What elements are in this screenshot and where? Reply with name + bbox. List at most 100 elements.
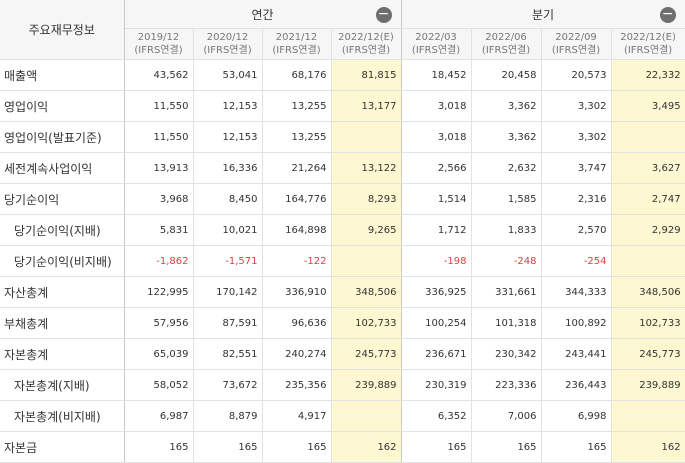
value-cell: 245,773 [331, 338, 402, 370]
value-cell: 348,506 [331, 276, 402, 308]
row-label[interactable]: 자본총계 [0, 338, 125, 370]
quarterly-label: 분기 [532, 7, 555, 22]
table-row: 자본총계(비지배) 6,987 8,879 4,917 6,352 7,006 6,998 [0, 400, 685, 432]
value-cell: 8,450 [193, 183, 263, 215]
value-cell: 162 [611, 431, 685, 463]
row-label[interactable]: 자본총계(비지배) [0, 400, 125, 432]
value-cell: 240,274 [262, 338, 332, 370]
value-cell [611, 245, 685, 277]
value-cell: 165 [401, 431, 472, 463]
value-cell: 162 [331, 431, 402, 463]
value-cell: 11,550 [124, 90, 194, 122]
row-label[interactable]: 부채총계 [0, 307, 125, 339]
table-row: 자본총계 65,039 82,551 240,274 245,773 236,671 230… [0, 338, 685, 370]
basis-label: (IFRS연결) [551, 45, 601, 56]
financial-summary-table: 주요재무정보 연간 − 분기 − 2019/12 (IFRS연결) 2020/12 (… [0, 0, 685, 463]
value-cell: 65,039 [124, 338, 194, 370]
value-cell [331, 400, 402, 432]
collapse-annual-button[interactable]: − [375, 7, 392, 23]
value-cell [331, 121, 402, 153]
row-label[interactable]: 당기순이익(비지배) [0, 245, 125, 277]
value-cell: 13,255 [262, 90, 332, 122]
value-cell: -198 [401, 245, 472, 277]
value-cell: 102,733 [611, 307, 685, 339]
value-cell: 239,889 [611, 369, 685, 401]
value-cell: 1,833 [471, 214, 542, 246]
period-column-header: 2019/12 (IFRS연결) [124, 28, 194, 60]
value-cell: 236,443 [541, 369, 612, 401]
value-cell: 13,177 [331, 90, 402, 122]
table-row: 매출액 43,562 53,041 68,176 81,815 18,452 20,458 2… [0, 59, 685, 91]
basis-label: (IFRS연결) [134, 45, 183, 56]
value-cell: 10,021 [193, 214, 263, 246]
value-cell: 13,913 [124, 152, 194, 184]
value-cell: 5,831 [124, 214, 194, 246]
value-cell: 230,319 [401, 369, 472, 401]
value-cell: 2,632 [471, 152, 542, 184]
value-cell: 102,733 [331, 307, 402, 339]
value-cell: 8,293 [331, 183, 402, 215]
value-cell: 2,929 [611, 214, 685, 246]
value-cell: 165 [124, 431, 194, 463]
value-cell: 223,336 [471, 369, 542, 401]
value-cell: 87,591 [193, 307, 263, 339]
period-label: 2022/09 [555, 32, 597, 43]
value-cell: 16,336 [193, 152, 263, 184]
value-cell: 344,333 [541, 276, 612, 308]
quarterly-group-header: 분기 − [401, 0, 685, 29]
row-label[interactable]: 당기순이익(지배) [0, 214, 125, 246]
value-cell: 336,910 [262, 276, 332, 308]
period-label: 2020/12 [206, 32, 249, 43]
row-label[interactable]: 자산총계 [0, 276, 125, 308]
value-cell: -248 [471, 245, 542, 277]
value-cell: 1,585 [471, 183, 542, 215]
value-cell: -1,862 [124, 245, 194, 277]
value-cell: 3,968 [124, 183, 194, 215]
table-row: 영업이익(발표기준) 11,550 12,153 13,255 3,018 3,362 3,… [0, 121, 685, 153]
value-cell: 243,441 [541, 338, 612, 370]
table-row: 자본총계(지배) 58,052 73,672 235,356 239,889 230,31… [0, 369, 685, 401]
annual-label: 연간 [251, 7, 274, 22]
value-cell: 164,898 [262, 214, 332, 246]
value-cell: 245,773 [611, 338, 685, 370]
value-cell: 20,458 [471, 59, 542, 91]
collapse-quarterly-button[interactable]: − [659, 7, 676, 23]
period-column-header: 2020/12 (IFRS연결) [193, 28, 263, 60]
row-label[interactable]: 자본총계(지배) [0, 369, 125, 401]
value-cell: 18,452 [401, 59, 472, 91]
value-cell: 2,747 [611, 183, 685, 215]
value-cell: 3,302 [541, 90, 612, 122]
row-label[interactable]: 당기순이익 [0, 183, 125, 215]
period-label: 2022/06 [485, 32, 527, 43]
row-label[interactable]: 자본금 [0, 431, 125, 463]
annual-group-header: 연간 − [124, 0, 402, 29]
value-cell: 20,573 [541, 59, 612, 91]
period-label: 2021/12 [275, 32, 318, 43]
value-cell: 8,879 [193, 400, 263, 432]
value-cell: 165 [262, 431, 332, 463]
row-label[interactable]: 영업이익 [0, 90, 125, 122]
value-cell: 57,956 [124, 307, 194, 339]
value-cell: 96,636 [262, 307, 332, 339]
value-cell: 6,987 [124, 400, 194, 432]
value-cell: 170,142 [193, 276, 263, 308]
value-cell: 100,254 [401, 307, 472, 339]
row-label[interactable]: 세전계속사업이익 [0, 152, 125, 184]
basis-label: (IFRS연결) [272, 45, 321, 56]
period-column-header: 2021/12 (IFRS연결) [262, 28, 332, 60]
value-cell: 165 [541, 431, 612, 463]
value-cell [331, 245, 402, 277]
value-cell: 3,018 [401, 90, 472, 122]
basis-label: (IFRS연결) [411, 45, 461, 56]
value-cell: 2,316 [541, 183, 612, 215]
value-cell: 3,495 [611, 90, 685, 122]
row-label[interactable]: 영업이익(발표기준) [0, 121, 125, 153]
value-cell: 164,776 [262, 183, 332, 215]
value-cell: 21,264 [262, 152, 332, 184]
period-label: 2019/12 [137, 32, 180, 43]
table-row: 당기순이익 3,968 8,450 164,776 8,293 1,514 1,585 2,3… [0, 183, 685, 215]
value-cell: 2,566 [401, 152, 472, 184]
table-row: 자본금 165 165 165 162 165 165 165 162 [0, 431, 685, 463]
value-cell: 1,712 [401, 214, 472, 246]
row-label[interactable]: 매출액 [0, 59, 125, 91]
